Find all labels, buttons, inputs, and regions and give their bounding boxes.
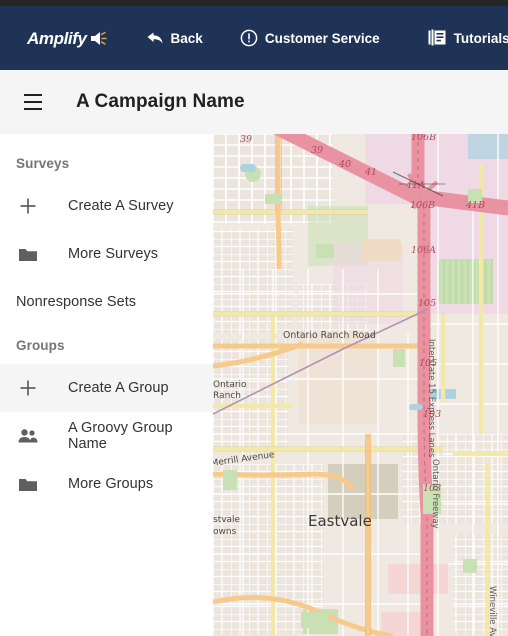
sidebar-section-surveys: Surveys xyxy=(16,155,70,171)
back-arrow-icon xyxy=(146,30,164,46)
svg-text:106B: 106B xyxy=(410,200,435,211)
map-label-eastvale: Eastvale xyxy=(308,512,372,530)
svg-text:stvale: stvale xyxy=(213,515,241,525)
svg-text:41B: 41B xyxy=(465,200,485,211)
page-title: A Campaign Name xyxy=(76,91,245,112)
logo-wordmark: Amplify xyxy=(27,28,87,48)
svg-text:40: 40 xyxy=(338,159,351,170)
brand-utility-bar: Amplify Back Customer Service Tutorials xyxy=(0,6,508,70)
sidebar-item-label: Nonresponse Sets xyxy=(16,294,137,310)
map-tiles: 39 39 40 41 41A 41B 106B 106B 106A 105 1… xyxy=(213,134,508,636)
main-content: 39 39 40 41 41A 41B 106B 106B 106A 105 1… xyxy=(0,134,508,636)
megaphone-icon xyxy=(88,29,110,47)
tutorials-label: Tutorials xyxy=(453,30,508,46)
svg-text:Ontario: Ontario xyxy=(213,380,247,390)
sidebar-item-create-a-survey[interactable]: Create A Survey xyxy=(0,182,213,230)
sidebar-item-label: Create A Survey xyxy=(68,198,174,214)
amplify-logo[interactable]: Amplify xyxy=(27,27,110,49)
folder-icon xyxy=(16,472,40,496)
back-button[interactable]: Back xyxy=(146,30,203,46)
error-outline-icon xyxy=(240,29,258,47)
tutorials-button[interactable]: Tutorials xyxy=(428,29,508,47)
library-books-icon xyxy=(428,29,447,47)
back-label: Back xyxy=(170,30,203,46)
folder-icon xyxy=(16,242,40,266)
sidebar-item-label: A Groovy Group Name xyxy=(68,420,173,452)
sidebar-section-groups: Groups xyxy=(16,337,65,353)
people-icon xyxy=(16,424,40,448)
customer-service-label: Customer Service xyxy=(264,30,380,46)
svg-text:Ranch: Ranch xyxy=(213,391,241,401)
hamburger-menu-icon[interactable] xyxy=(24,90,48,114)
plus-icon xyxy=(16,376,40,400)
svg-text:Wineville Avenue: Wineville Avenue xyxy=(487,586,497,636)
svg-text:39: 39 xyxy=(240,134,252,145)
svg-text:Interstate 15 Express Lanes: Interstate 15 Express Lanes xyxy=(426,339,436,458)
plus-icon xyxy=(16,194,40,218)
sidebar-item-label: More Groups xyxy=(68,476,154,492)
svg-text:Ontario Ranch Road: Ontario Ranch Road xyxy=(283,330,376,341)
sidebar-item-more-groups[interactable]: More Groups xyxy=(0,460,213,508)
sidebar-item-label: More Surveys xyxy=(68,246,159,262)
map-canvas[interactable]: 39 39 40 41 41A 41B 106B 106B 106A 105 1… xyxy=(213,134,508,636)
svg-text:105: 105 xyxy=(418,298,436,309)
navigation-drawer: Surveys Create A Survey More Surveys Non… xyxy=(0,134,213,636)
sidebar-item-label: Create A Group xyxy=(68,380,169,396)
customer-service-button[interactable]: Customer Service xyxy=(240,29,380,47)
svg-text:39: 39 xyxy=(311,145,323,156)
app-bar: A Campaign Name xyxy=(0,70,508,134)
sidebar-item-nonresponse-sets[interactable]: Nonresponse Sets xyxy=(0,278,213,326)
sidebar-item-create-a-group[interactable]: Create A Group xyxy=(0,364,213,412)
sidebar-item-more-surveys[interactable]: More Surveys xyxy=(0,230,213,278)
svg-text:41A: 41A xyxy=(405,180,425,191)
svg-text:owns: owns xyxy=(213,527,237,537)
sidebar-item-a-groovy-group-name[interactable]: A Groovy Group Name xyxy=(0,412,213,460)
svg-text:Ontario Freeway: Ontario Freeway xyxy=(430,459,440,529)
svg-text:106A: 106A xyxy=(411,245,436,256)
svg-text:106B: 106B xyxy=(411,134,436,143)
svg-text:41: 41 xyxy=(364,167,377,178)
